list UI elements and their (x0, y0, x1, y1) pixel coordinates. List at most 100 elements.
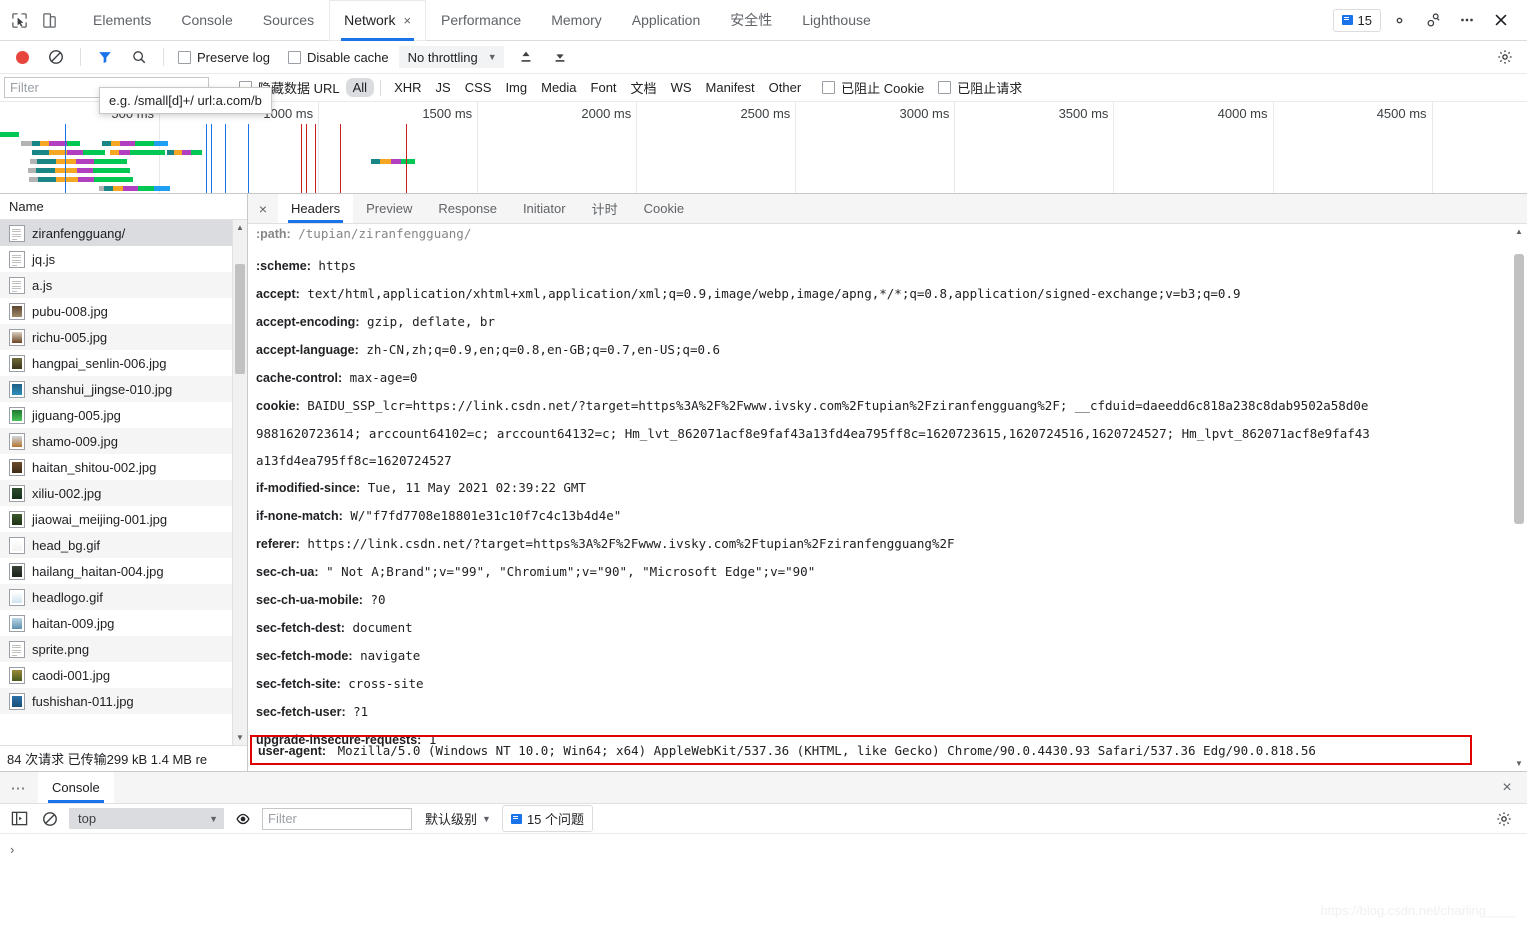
tab-timing[interactable]: 计时 (579, 194, 631, 223)
request-name: xiliu-002.jpg (32, 485, 102, 501)
console-issues-badge[interactable]: 15 个问题 (501, 805, 594, 832)
details-scroll-down-icon[interactable]: ▼ (1511, 756, 1527, 771)
disable-cache-checkbox[interactable]: Disable cache (287, 50, 389, 65)
type-filter-other[interactable]: Other (762, 78, 809, 97)
network-overview-timeline[interactable]: 500 ms1000 ms1500 ms2000 ms2500 ms3000 m… (0, 102, 1527, 194)
header-key: cookie: (256, 399, 300, 413)
preserve-log-checkbox[interactable]: Preserve log (178, 50, 270, 65)
request-list-scrollbar[interactable]: ▲ ▼ (232, 220, 247, 745)
tab-initiator[interactable]: Initiator (510, 194, 579, 223)
request-row[interactable]: caodi-001.jpg (0, 662, 232, 688)
clear-console-icon[interactable] (38, 807, 62, 831)
tab-performance[interactable]: Performance (426, 0, 536, 41)
header-key: referer: (256, 537, 300, 551)
console-filter-input[interactable] (262, 807, 412, 830)
scrollbar-thumb[interactable] (235, 264, 245, 374)
overview-event-marker (339, 124, 341, 193)
tab-elements[interactable]: Elements (78, 0, 166, 41)
tab-application[interactable]: Application (617, 0, 716, 41)
overview-bar-segment (20, 141, 32, 146)
network-settings-icon[interactable] (1489, 41, 1521, 73)
blocked-requests-checkbox[interactable]: 已阻止请求 (938, 78, 1022, 97)
type-filter-manifest[interactable]: Manifest (699, 78, 762, 97)
request-row[interactable]: ziranfengguang/ (0, 220, 232, 246)
type-filter-img[interactable]: Img (498, 78, 534, 97)
header-key: sec-fetch-user: (256, 705, 346, 719)
tab-preview[interactable]: Preview (353, 194, 425, 223)
live-expression-icon[interactable] (231, 807, 255, 831)
request-row[interactable]: richu-005.jpg (0, 324, 232, 350)
tab-lighthouse[interactable]: Lighthouse (787, 0, 886, 41)
tab-cookie[interactable]: Cookie (631, 194, 697, 223)
type-filter-doc[interactable]: 文档 (624, 76, 664, 99)
console-settings-icon[interactable] (1488, 803, 1520, 835)
close-icon[interactable] (1485, 4, 1517, 36)
device-toolbar-icon[interactable] (34, 5, 64, 35)
request-row[interactable]: a.js (0, 272, 232, 298)
scroll-down-icon[interactable]: ▼ (233, 730, 247, 745)
search-icon[interactable] (123, 41, 155, 73)
header-line: sec-fetch-dest: document (256, 614, 1511, 642)
details-scroll-up-icon[interactable]: ▲ (1511, 224, 1527, 239)
request-row[interactable]: hailang_haitan-004.jpg (0, 558, 232, 584)
request-row[interactable]: hangpai_senlin-006.jpg (0, 350, 232, 376)
log-level-select[interactable]: 默认级别 ▼ (425, 809, 491, 828)
tab-close-icon[interactable]: × (403, 13, 411, 28)
type-filter-js[interactable]: JS (429, 78, 458, 97)
tab-security[interactable]: 安全性 (715, 0, 787, 41)
export-har-icon[interactable] (544, 41, 576, 73)
request-row[interactable]: shanshui_jingse-010.jpg (0, 376, 232, 402)
tab-headers[interactable]: Headers (278, 194, 354, 223)
drawer-tabbar: ⋯ Console × (0, 772, 1527, 804)
request-row[interactable]: jiguang-005.jpg (0, 402, 232, 428)
request-row[interactable]: head_bg.gif (0, 532, 232, 558)
tab-console[interactable]: Console (166, 0, 247, 41)
blocked-cookies-checkbox[interactable]: 已阻止 Cookie (822, 78, 924, 97)
console-output[interactable]: › https://blog.csdn.net/charling____ (0, 834, 1527, 924)
type-filter-media[interactable]: Media (534, 78, 583, 97)
devices-icon[interactable] (1417, 4, 1449, 36)
type-filter-all[interactable]: All (345, 78, 375, 97)
tab-response[interactable]: Response (425, 194, 510, 223)
issues-badge[interactable]: 15 (1332, 8, 1381, 32)
request-row[interactable]: shamo-009.jpg (0, 428, 232, 454)
more-options-icon[interactable] (1451, 4, 1483, 36)
details-close-icon[interactable]: × (248, 194, 278, 223)
request-row[interactable]: haitan-009.jpg (0, 610, 232, 636)
record-button[interactable] (6, 41, 38, 73)
details-scrollbar-thumb[interactable] (1514, 254, 1524, 524)
throttling-select[interactable]: No throttling ▼ (398, 46, 504, 68)
drawer-close-icon[interactable]: × (1487, 772, 1527, 803)
gear-icon[interactable] (1383, 4, 1415, 36)
request-row[interactable]: sprite.png (0, 636, 232, 662)
import-har-icon[interactable] (510, 41, 542, 73)
request-row[interactable]: headlogo.gif (0, 584, 232, 610)
tab-label: Sources (262, 12, 315, 28)
scroll-up-icon[interactable]: ▲ (233, 220, 247, 235)
request-row[interactable]: haitan_shitou-002.jpg (0, 454, 232, 480)
filter-funnel-icon[interactable] (89, 41, 121, 73)
request-row[interactable]: jq.js (0, 246, 232, 272)
tab-sources[interactable]: Sources (248, 0, 329, 41)
request-row[interactable]: fushishan-011.jpg (0, 688, 232, 714)
tab-memory[interactable]: Memory (536, 0, 617, 41)
request-row[interactable]: jiaowai_meijing-001.jpg (0, 506, 232, 532)
inspect-cursor-icon[interactable] (4, 5, 34, 35)
overview-event-marker (315, 124, 317, 193)
request-row[interactable]: pubu-008.jpg (0, 298, 232, 324)
drawer-more-icon[interactable]: ⋯ (0, 772, 38, 803)
drawer-tab-console[interactable]: Console (38, 772, 114, 803)
tab-label: Lighthouse (802, 12, 871, 28)
column-header-name[interactable]: Name (0, 194, 247, 220)
type-filter-css[interactable]: CSS (458, 78, 499, 97)
request-row[interactable]: xiliu-002.jpg (0, 480, 232, 506)
clear-icon[interactable] (40, 41, 72, 73)
type-filter-font[interactable]: Font (584, 78, 624, 97)
execution-context-select[interactable]: top ▼ (69, 808, 224, 829)
type-filter-ws[interactable]: WS (664, 78, 699, 97)
details-scrollbar[interactable]: ▲ ▼ (1511, 224, 1527, 771)
console-sidebar-icon[interactable] (7, 807, 31, 831)
type-filter-xhr[interactable]: XHR (387, 78, 428, 97)
tab-network[interactable]: Network × (329, 0, 427, 41)
request-list-body: ziranfengguang/jq.js a.js pubu-008.jpg rich… (0, 220, 247, 745)
